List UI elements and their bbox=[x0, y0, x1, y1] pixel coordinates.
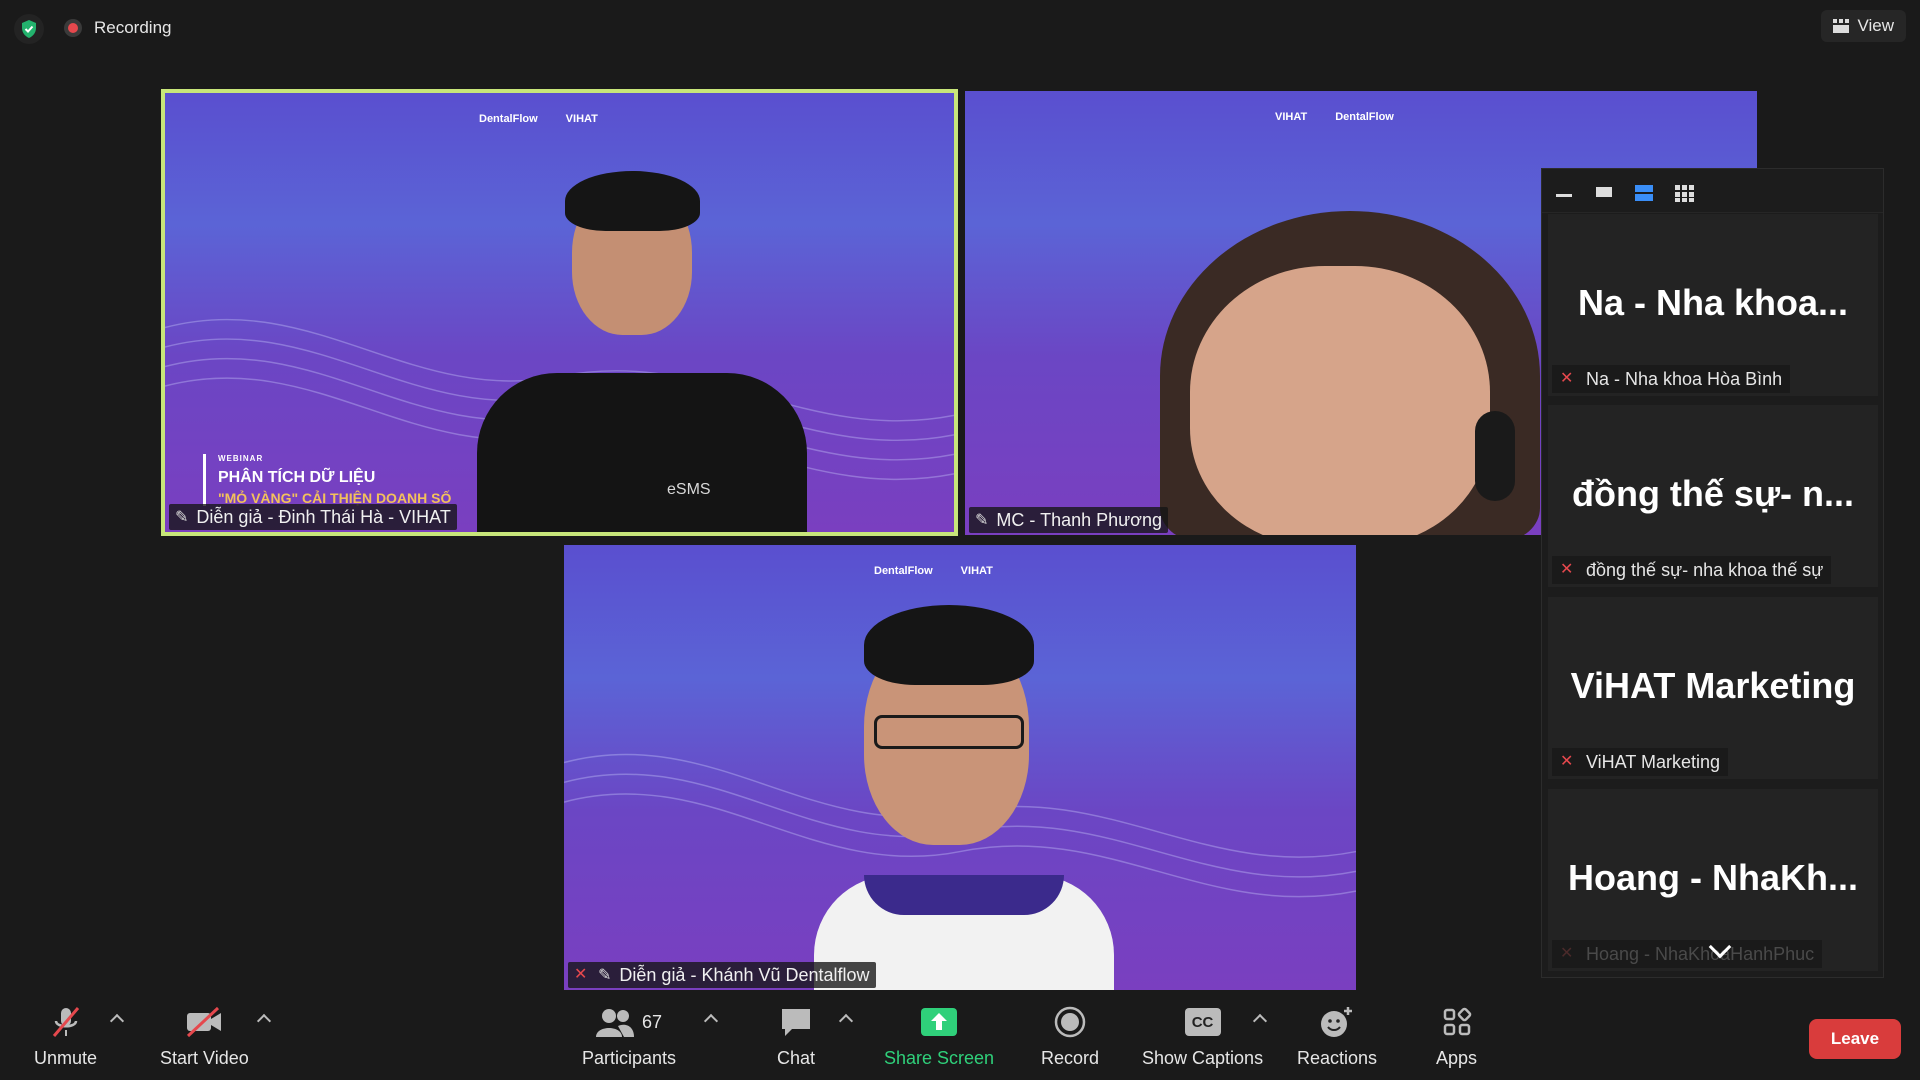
apps-button[interactable]: Apps bbox=[1436, 1004, 1477, 1069]
chat-label: Chat bbox=[777, 1048, 816, 1068]
participant-strip-panel: Na - Nha khoa... ✕ Na - Nha khoa Hòa Bìn… bbox=[1541, 168, 1884, 978]
reactions-label: Reactions bbox=[1297, 1048, 1378, 1068]
panel-layout-controls bbox=[1542, 169, 1883, 213]
participant-nametag: ✎ Diễn giả - Đinh Thái Hà - VIHAT bbox=[169, 504, 457, 530]
cc-icon-box: CC bbox=[1184, 1008, 1221, 1036]
mic-muted-icon: ✕ bbox=[574, 966, 588, 983]
participant-nametag: ✕ đồng thế sự- nha khoa thế sự bbox=[1552, 556, 1832, 584]
leave-button[interactable]: Leave bbox=[1809, 1019, 1901, 1059]
mic-muted-icon: ✕ bbox=[1560, 753, 1574, 770]
share-screen-icon bbox=[920, 1004, 958, 1040]
recording-indicator[interactable]: Recording bbox=[64, 18, 172, 38]
record-icon bbox=[1054, 1004, 1086, 1040]
tile-logos: DentalFlow VIHAT bbox=[479, 113, 598, 125]
record-button[interactable]: Record bbox=[1041, 1004, 1099, 1069]
grid-view-icon[interactable] bbox=[1674, 184, 1694, 202]
webinar-tag: WEBINAR bbox=[218, 454, 264, 463]
participant-display-name: ViHAT Marketing bbox=[1570, 665, 1856, 706]
participant-nametag: ✕ ✎ Diễn giả - Khánh Vũ Dentalflow bbox=[568, 962, 876, 988]
participant-name: ViHAT Marketing bbox=[1586, 751, 1721, 772]
webinar-title: PHÂN TÍCH DỮ LIỆU bbox=[218, 469, 376, 486]
chat-button[interactable]: Chat bbox=[777, 1004, 815, 1069]
shirt-logo: eSMS bbox=[667, 481, 711, 498]
top-bar: Recording View bbox=[0, 0, 1920, 58]
participant-nametag: ✕ Na - Nha khoa Hòa Bình bbox=[1552, 365, 1791, 393]
share-screen-label: Share Screen bbox=[884, 1048, 995, 1068]
participant-tile[interactable]: đồng thế sự- n... ✕ đồng thế sự- nha kho… bbox=[1548, 405, 1878, 587]
reactions-button[interactable]: Reactions bbox=[1297, 1004, 1377, 1069]
participant-display-name: đồng thế sự- n... bbox=[1571, 473, 1855, 514]
vihat-logo: VIHAT bbox=[1275, 111, 1308, 123]
microphone-muted-icon bbox=[48, 1004, 84, 1040]
audio-options-caret-icon[interactable] bbox=[109, 1013, 125, 1029]
view-button[interactable]: View bbox=[1821, 10, 1906, 42]
participants-button[interactable]: 67 Participants bbox=[582, 1004, 676, 1069]
grid-view-icon bbox=[1833, 19, 1850, 33]
participant-display-name: Na - Nha khoa... bbox=[1577, 282, 1849, 323]
recording-icon bbox=[64, 19, 82, 37]
participant-name: Diễn giả - Khánh Vũ Dentalflow bbox=[619, 964, 870, 985]
participant-nametag: ✎ MC - Thanh Phương bbox=[969, 507, 1169, 533]
participant-name: đồng thế sự- nha khoa thế sự bbox=[1586, 559, 1824, 580]
share-screen-button[interactable]: Share Screen bbox=[884, 1004, 994, 1069]
pin-icon: ✎ bbox=[975, 512, 989, 529]
video-tile-speaker-khanh-vu[interactable]: DentalFlow VIHAT ✕ ✎ Diễn giả - Khánh Vũ… bbox=[564, 545, 1356, 990]
pin-icon: ✎ bbox=[598, 967, 612, 984]
unmute-button[interactable]: Unmute bbox=[34, 1004, 97, 1069]
vihat-logo: VIHAT bbox=[960, 565, 993, 577]
apps-label: Apps bbox=[1436, 1048, 1478, 1068]
unmute-label: Unmute bbox=[34, 1048, 98, 1068]
chat-options-caret-icon[interactable] bbox=[838, 1013, 854, 1029]
minimize-icon[interactable] bbox=[1554, 184, 1574, 198]
tile-logos: VIHAT DentalFlow bbox=[1275, 111, 1394, 123]
recording-label: Recording bbox=[94, 18, 172, 37]
participants-icon bbox=[596, 1009, 634, 1037]
mic-muted-icon: ✕ bbox=[1560, 561, 1574, 578]
participants-count: 67 bbox=[642, 1011, 663, 1032]
dentalflow-logo: DentalFlow bbox=[874, 565, 933, 577]
record-label: Record bbox=[1041, 1048, 1100, 1068]
participant-tile[interactable]: ViHAT Marketing ✕ ViHAT Marketing bbox=[1548, 597, 1878, 779]
pin-icon: ✎ bbox=[175, 509, 189, 526]
tile-logos: DentalFlow VIHAT bbox=[874, 565, 993, 577]
participant-tile[interactable]: Hoang - NhaKh... ✕ Hoang - NhaKhoaHanhPh… bbox=[1548, 789, 1878, 971]
participant-tile[interactable]: Na - Nha khoa... ✕ Na - Nha khoa Hòa Bìn… bbox=[1548, 214, 1878, 396]
view-label: View bbox=[1857, 16, 1894, 35]
dentalflow-logo: DentalFlow bbox=[1335, 111, 1394, 123]
participant-nametag: ✕ Hoang - NhaKhoaHanhPhuc bbox=[1552, 940, 1823, 968]
webinar-banner: WEBINAR PHÂN TÍCH DỮ LIỆU "MỎ VÀNG" CẢI … bbox=[203, 454, 451, 506]
emoji-plus-icon bbox=[1319, 1004, 1355, 1040]
dentalflow-logo: DentalFlow bbox=[479, 113, 538, 125]
hide-video-icon[interactable] bbox=[1594, 184, 1614, 198]
participant-name: Diễn giả - Đinh Thái Hà - VIHAT bbox=[196, 506, 451, 527]
closed-captions-icon: CC bbox=[1184, 1004, 1221, 1040]
participant-display-name: Hoang - NhaKh... bbox=[1568, 857, 1858, 898]
chat-bubble-icon bbox=[779, 1004, 813, 1040]
show-captions-label: Show Captions bbox=[1142, 1048, 1264, 1068]
participants-label: Participants bbox=[582, 1048, 677, 1068]
meeting-toolbar: Unmute Start Video 67 Participants Chat … bbox=[0, 990, 1920, 1080]
participants-icon-group: 67 bbox=[596, 1004, 662, 1040]
participant-nametag: ✕ ViHAT Marketing bbox=[1552, 748, 1729, 776]
start-video-label: Start Video bbox=[160, 1048, 249, 1068]
apps-icon bbox=[1442, 1004, 1472, 1040]
mic-muted-icon: ✕ bbox=[1560, 370, 1574, 387]
strip-view-icon[interactable] bbox=[1634, 184, 1654, 201]
security-shield-icon[interactable] bbox=[14, 14, 44, 44]
mic-muted-icon: ✕ bbox=[1560, 945, 1574, 962]
camera-off-icon bbox=[184, 1004, 224, 1040]
participant-name: MC - Thanh Phương bbox=[996, 509, 1163, 530]
video-options-caret-icon[interactable] bbox=[256, 1013, 272, 1029]
video-tile-speaker-dinh-thai-ha[interactable]: DentalFlow VIHAT eSMS WEBINAR PHÂN TÍCH … bbox=[161, 89, 958, 536]
vihat-logo: VIHAT bbox=[565, 113, 598, 125]
show-captions-button[interactable]: CC Show Captions bbox=[1142, 1004, 1263, 1069]
participants-options-caret-icon[interactable] bbox=[703, 1013, 719, 1029]
start-video-button[interactable]: Start Video bbox=[160, 1004, 249, 1069]
participant-name: Hoang - NhaKhoaHanhPhuc bbox=[1586, 943, 1815, 964]
participant-name: Na - Nha khoa Hòa Bình bbox=[1586, 368, 1783, 389]
